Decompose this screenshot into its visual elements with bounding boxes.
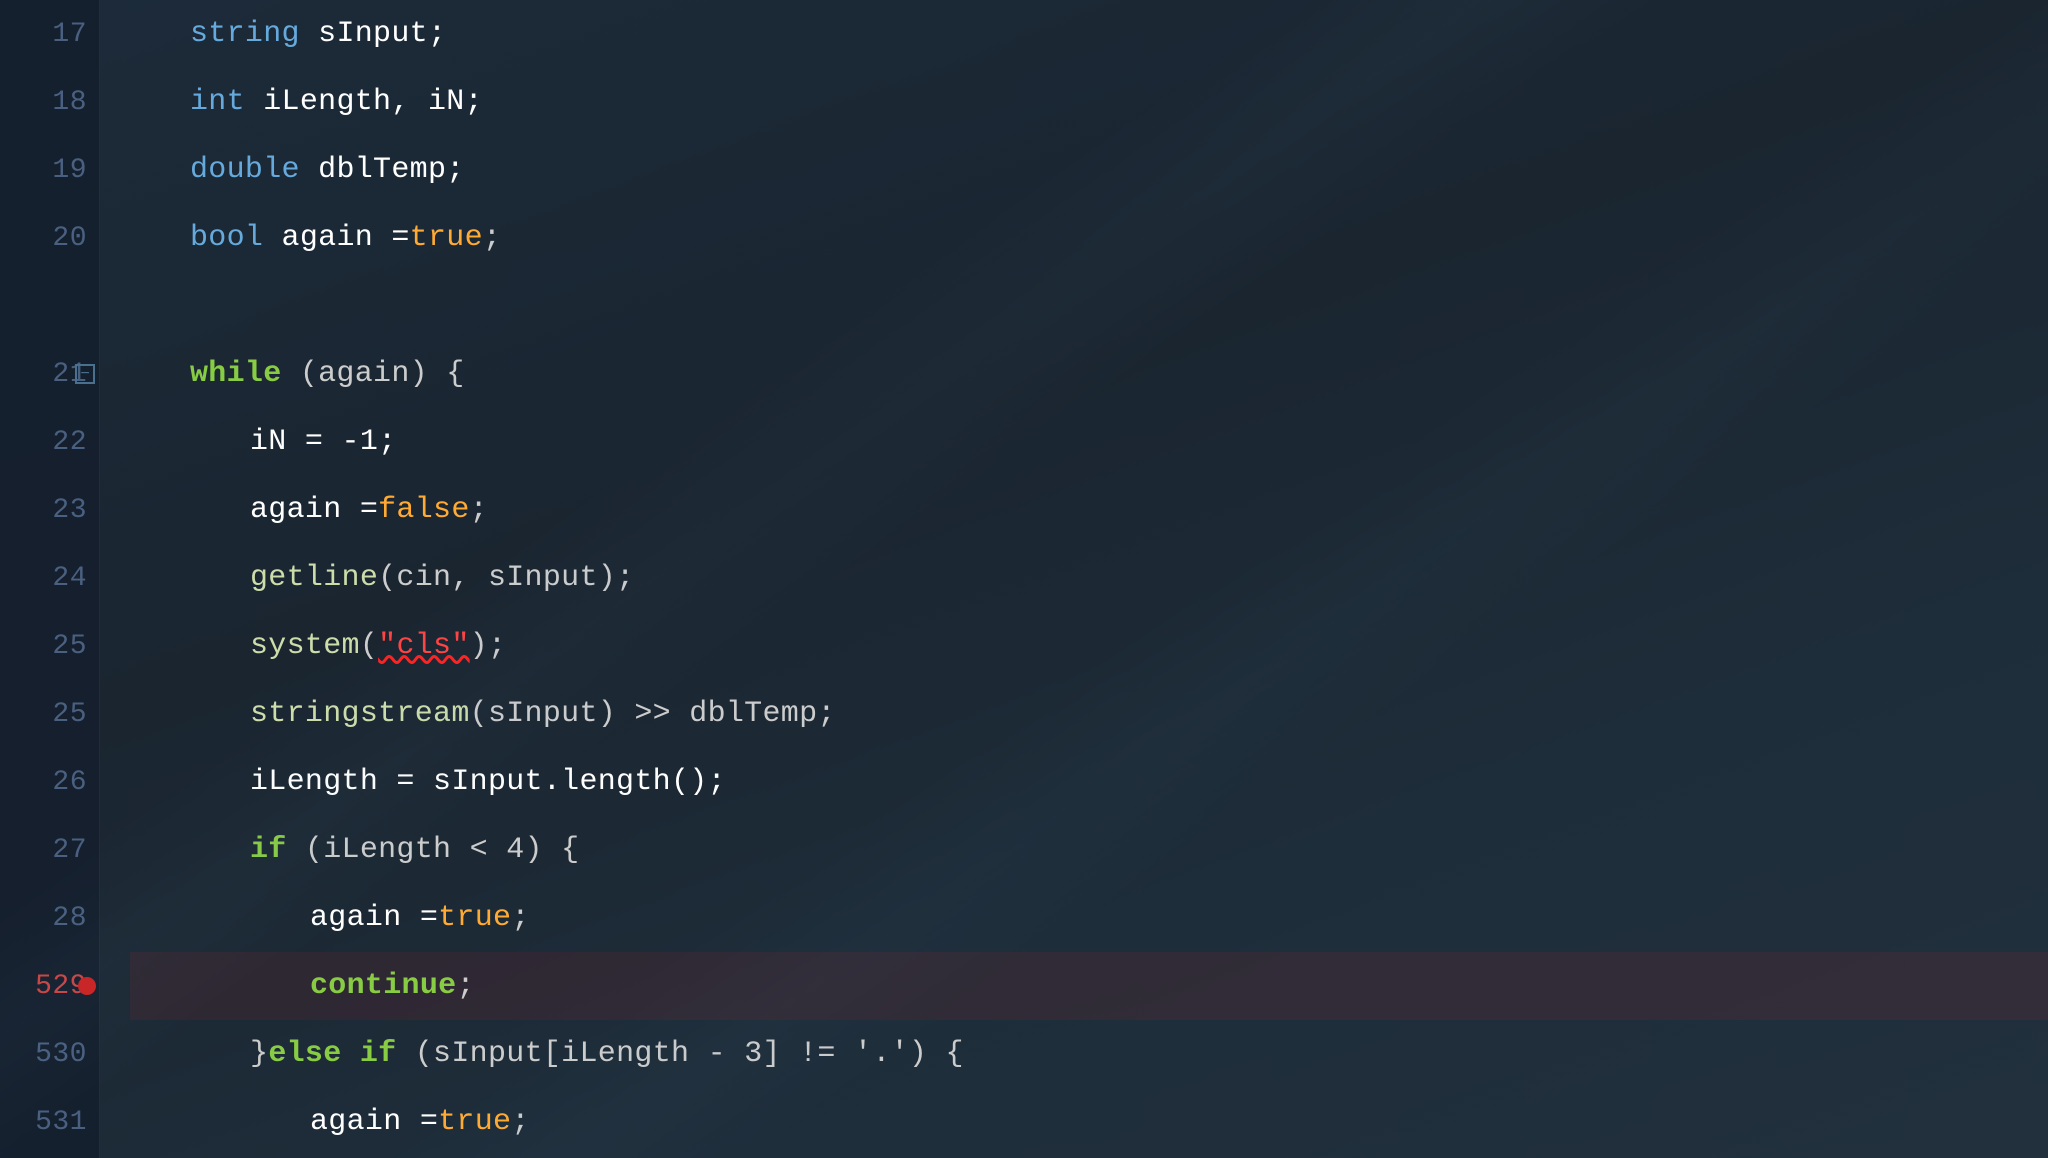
code-line-20: bool again = true; (130, 204, 2048, 272)
gutter-line-26: 26 (0, 748, 99, 816)
gutter-line-25a: 25 (0, 612, 99, 680)
gutter-line-28: 28 (0, 884, 99, 952)
gutter-line-529: 529 (0, 952, 99, 1020)
code-line-18: int iLength, iN; (130, 68, 2048, 136)
collapse-icon-21[interactable]: − (75, 364, 95, 384)
gutter-line-empty (0, 272, 99, 340)
code-line-25a: system("cls"); (130, 612, 2048, 680)
code-editor: 17 18 19 20 21 − 22 23 24 (0, 0, 2048, 1158)
code-line-empty (130, 272, 2048, 340)
gutter-line-17: 17 (0, 0, 99, 68)
gutter-line-22: 22 (0, 408, 99, 476)
gutter-line-24: 24 (0, 544, 99, 612)
code-line-529: continue; (130, 952, 2048, 1020)
code-line-530: } else if (sInput[iLength - 3] != '.') { (130, 1020, 2048, 1088)
gutter-line-21: 21 − (0, 340, 99, 408)
gutter-line-23: 23 (0, 476, 99, 544)
gutter-line-531: 531 (0, 1088, 99, 1156)
code-line-25b: stringstream(sInput) >> dblTemp; (130, 680, 2048, 748)
gutter-line-25b: 25 (0, 680, 99, 748)
breakpoint-529[interactable] (78, 977, 96, 995)
code-line-28: again = true; (130, 884, 2048, 952)
code-line-17: string sInput; (130, 0, 2048, 68)
code-line-27: if (iLength < 4) { (130, 816, 2048, 884)
code-line-24: getline(cin, sInput); (130, 544, 2048, 612)
code-line-531: again = true; (130, 1088, 2048, 1156)
gutter-line-530: 530 (0, 1020, 99, 1088)
code-line-21: while (again) { (130, 340, 2048, 408)
gutter-line-18: 18 (0, 68, 99, 136)
code-line-19: double dblTemp; (130, 136, 2048, 204)
code-line-26: iLength = sInput.length(); (130, 748, 2048, 816)
gutter-line-19: 19 (0, 136, 99, 204)
gutter-line-27: 27 (0, 816, 99, 884)
code-line-22: iN = -1; (130, 408, 2048, 476)
gutter-line-20: 20 (0, 204, 99, 272)
code-line-23: again = false; (130, 476, 2048, 544)
code-content: string sInput; int iLength, iN; double d… (100, 0, 2048, 1158)
line-number-gutter: 17 18 19 20 21 − 22 23 24 (0, 0, 100, 1158)
